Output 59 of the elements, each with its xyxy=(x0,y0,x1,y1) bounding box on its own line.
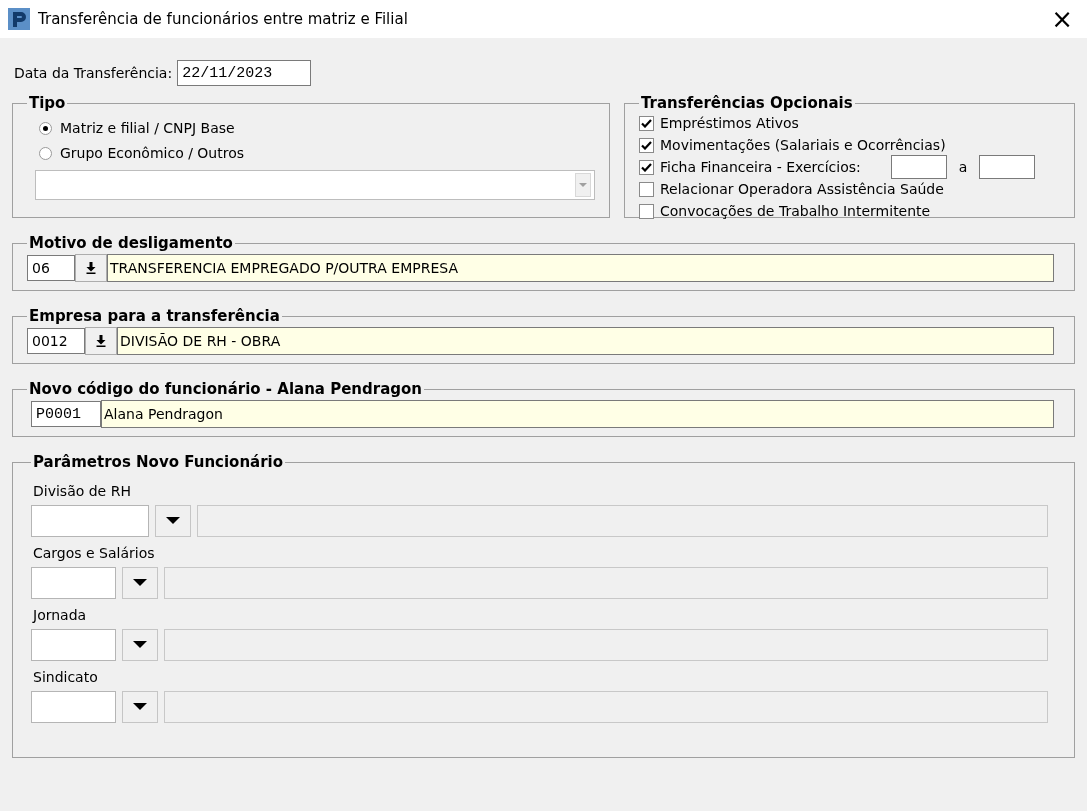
checkbox-label: Ficha Financeira - Exercícios: xyxy=(660,159,861,175)
checkbox[interactable] xyxy=(639,137,654,153)
dropdown-button[interactable] xyxy=(122,629,158,661)
code-field[interactable] xyxy=(31,629,116,661)
radio-button[interactable] xyxy=(39,146,52,160)
window-title: Transferência de funcionários entre matriz e Filial xyxy=(38,10,409,28)
dropdown-arrow-icon xyxy=(579,182,587,188)
year-field[interactable] xyxy=(890,155,947,179)
field-label: Jornada xyxy=(33,607,88,623)
dropdown-arrow-icon xyxy=(133,579,147,587)
code-field[interactable] xyxy=(31,567,116,599)
checkbox-label: Movimentações (Salariais e Ocorrências) xyxy=(660,137,946,153)
dropdown-button[interactable] xyxy=(122,691,158,723)
lookup-button[interactable] xyxy=(75,254,107,282)
code-field[interactable]: 0012 xyxy=(27,328,85,354)
group-title: Novo código do funcionário - Alana Pendragon xyxy=(28,380,424,398)
group-title: Transferências Opcionais xyxy=(640,94,854,112)
dropdown-button[interactable] xyxy=(122,567,158,599)
download-icon xyxy=(86,262,96,274)
code-field[interactable] xyxy=(31,505,149,537)
radio-button[interactable] xyxy=(39,121,52,135)
dropdown-arrow-icon xyxy=(166,517,180,525)
group-title: Parâmetros Novo Funcionário xyxy=(32,453,285,471)
code-field[interactable] xyxy=(31,691,116,723)
checkbox-label: Empréstimos Ativos xyxy=(660,115,799,131)
dropdown-field[interactable] xyxy=(35,170,595,200)
field-label: Sindicato xyxy=(33,669,99,685)
code-field[interactable]: 06 xyxy=(27,255,75,281)
group-title: Empresa para a transferência xyxy=(28,307,281,325)
range-separator: a xyxy=(958,159,968,175)
group-title: Tipo xyxy=(28,94,67,112)
close-button[interactable]: × xyxy=(1047,6,1077,32)
group-title: Motivo de desligamento xyxy=(28,234,234,252)
checkbox[interactable] xyxy=(639,115,654,131)
checkmark-icon xyxy=(641,162,652,172)
checkmark-icon xyxy=(641,140,652,150)
checkbox[interactable] xyxy=(639,181,654,197)
date-field[interactable]: 22/11/2023 xyxy=(177,60,312,86)
checkbox-label: Convocações de Trabalho Intermitente xyxy=(660,203,931,219)
app-logo-icon xyxy=(8,8,30,30)
radio-label: Grupo Econômico / Outros xyxy=(60,145,245,161)
code-field[interactable]: P0001 xyxy=(31,401,101,427)
download-icon xyxy=(96,335,106,347)
description-field: DIVISÃO DE RH - OBRA xyxy=(117,327,1054,355)
year-field[interactable] xyxy=(979,155,1036,179)
checkbox[interactable] xyxy=(639,203,654,219)
checkmark-icon xyxy=(641,118,652,128)
radio-label: Matriz e filial / CNPJ Base xyxy=(60,120,235,136)
checkbox-label: Relacionar Operadora Assistência Saúde xyxy=(660,181,944,197)
dropdown-arrow-icon xyxy=(133,703,147,711)
field-label: Data da Transferência: xyxy=(14,65,173,81)
description-field: Alana Pendragon xyxy=(101,400,1054,428)
field-label: Cargos e Salários xyxy=(33,545,156,561)
field-label: Divisão de RH xyxy=(33,483,132,499)
description-field: TRANSFERENCIA EMPREGADO P/OUTRA EMPRESA xyxy=(107,254,1054,282)
dropdown-arrow-icon xyxy=(133,641,147,649)
dropdown-button[interactable] xyxy=(155,505,191,537)
lookup-button[interactable] xyxy=(85,327,117,355)
checkbox[interactable] xyxy=(639,159,654,175)
